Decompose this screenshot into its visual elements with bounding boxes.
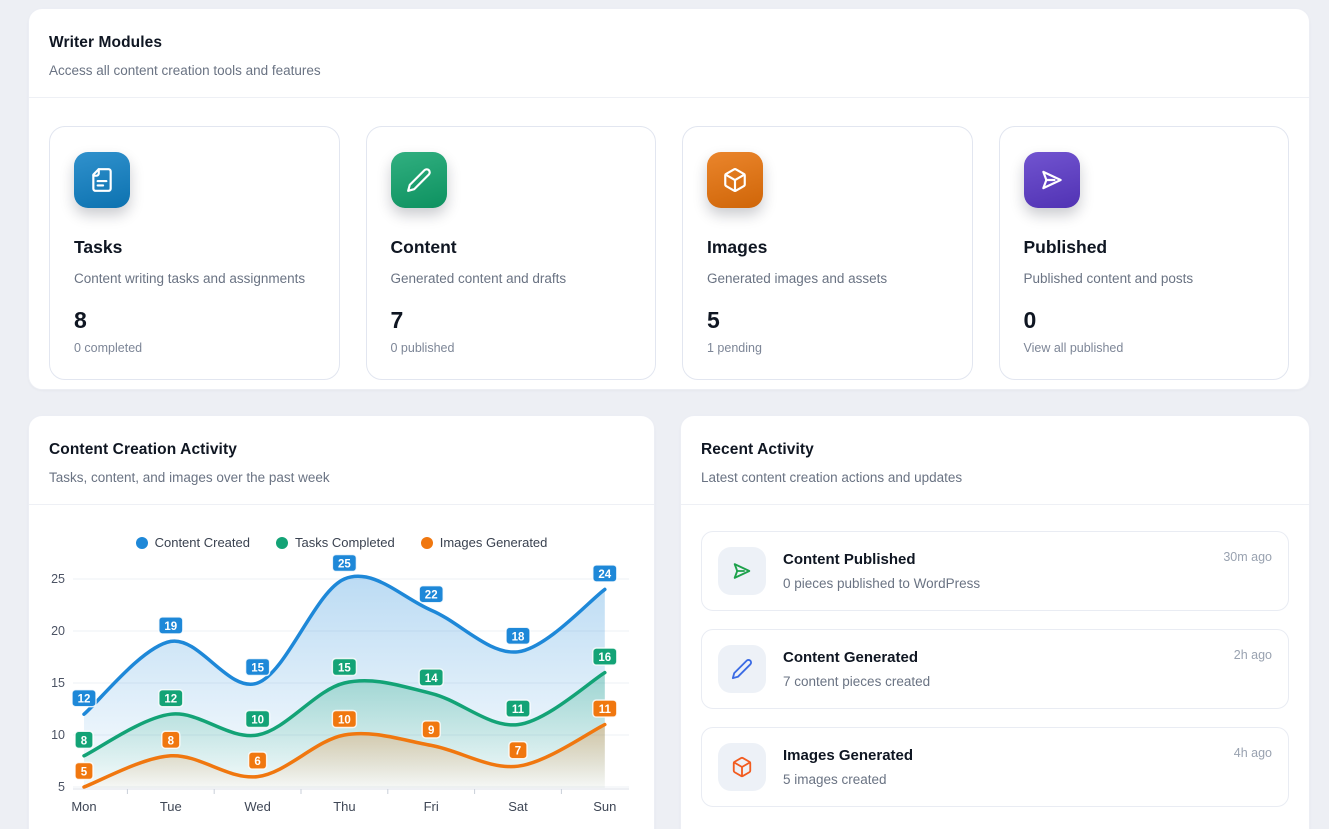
activity-line-chart[interactable]: 25 20 15 10 5 Mon Tue Wed Thu Fri Sat Sun 12 19 15 25 22… [35,552,650,826]
module-description: Published content and posts [1024,271,1265,286]
legend-item[interactable]: Tasks Completed [276,535,395,550]
module-substat: 0 completed [74,341,315,355]
svg-text:Tue: Tue [160,799,182,814]
chart-body: Content Created Tasks Completed Images Gen… [29,505,654,829]
writer-modules-subtitle: Access all content creation tools and fe… [49,63,1289,78]
module-card-content[interactable]: Content Generated content and drafts 7 0… [366,126,657,380]
cube-icon [707,152,763,208]
legend-item[interactable]: Images Generated [421,535,548,550]
svg-text:12: 12 [78,694,91,706]
svg-text:5: 5 [58,780,65,794]
svg-text:25: 25 [338,559,351,571]
svg-text:9: 9 [428,725,434,737]
activity-item-content-generated[interactable]: Content Generated 7 content pieces creat… [701,629,1289,709]
module-cards-row: Tasks Content writing tasks and assignme… [29,98,1309,390]
svg-text:14: 14 [425,673,438,685]
svg-text:8: 8 [81,735,88,747]
svg-text:Wed: Wed [244,799,271,814]
pencil-icon [391,152,447,208]
svg-text:Mon: Mon [71,799,96,814]
activity-item-timestamp: 4h ago [1234,746,1272,760]
module-count: 7 [391,307,632,334]
svg-text:16: 16 [598,652,611,664]
svg-text:11: 11 [512,704,525,716]
recent-activity-header: Recent Activity Latest content creation … [681,416,1309,505]
legend-label: Tasks Completed [295,535,395,550]
recent-activity-title: Recent Activity [701,441,1289,459]
svg-text:25: 25 [51,572,65,586]
svg-text:10: 10 [251,715,264,727]
module-description: Generated content and drafts [391,271,632,286]
activity-item-title: Images Generated [783,747,1217,764]
svg-text:15: 15 [251,663,264,675]
module-card-published[interactable]: Published Published content and posts 0 … [999,126,1290,380]
chart-panel-title: Content Creation Activity [49,441,634,459]
legend-dot [136,537,148,549]
svg-text:22: 22 [425,590,438,602]
legend-item[interactable]: Content Created [136,535,250,550]
activity-item-description: 7 content pieces created [783,674,1217,689]
writer-modules-title: Writer Modules [49,34,1289,52]
content-creation-activity-panel: Content Creation Activity Tasks, content… [28,415,655,829]
chart-legend: Content Created Tasks Completed Images Gen… [35,535,648,550]
activity-item-description: 0 pieces published to WordPress [783,576,1206,591]
svg-text:10: 10 [51,728,65,742]
activity-item-images-generated[interactable]: Images Generated 5 images created 4h ago [701,727,1289,807]
module-title: Published [1024,237,1265,258]
activity-item-description: 5 images created [783,772,1217,787]
svg-text:24: 24 [598,569,611,581]
svg-text:15: 15 [51,676,65,690]
file-text-icon [74,152,130,208]
svg-text:19: 19 [164,621,177,633]
module-substat: 0 published [391,341,632,355]
module-count: 5 [707,307,948,334]
recent-activity-subtitle: Latest content creation actions and upda… [701,470,1289,485]
svg-text:12: 12 [164,694,177,706]
chart-panel-subtitle: Tasks, content, and images over the past… [49,470,634,485]
activity-item-title: Content Published [783,551,1206,568]
module-title: Tasks [74,237,315,258]
module-substat: 1 pending [707,341,948,355]
module-substat: View all published [1024,341,1265,355]
svg-text:10: 10 [338,715,351,727]
module-title: Images [707,237,948,258]
module-count: 0 [1024,307,1265,334]
writer-modules-panel: Writer Modules Access all content creati… [28,8,1310,390]
svg-text:15: 15 [338,663,351,675]
svg-text:20: 20 [51,624,65,638]
activity-item-timestamp: 30m ago [1223,550,1272,564]
chart-panel-header: Content Creation Activity Tasks, content… [29,416,654,505]
svg-text:Sat: Sat [508,799,528,814]
legend-label: Content Created [155,535,250,550]
svg-text:Thu: Thu [333,799,355,814]
svg-text:Fri: Fri [424,799,439,814]
recent-activity-panel: Recent Activity Latest content creation … [680,415,1310,829]
activity-item-content-published[interactable]: Content Published 0 pieces published to … [701,531,1289,611]
module-count: 8 [74,307,315,334]
svg-text:18: 18 [512,631,525,643]
module-card-images[interactable]: Images Generated images and assets 5 1 p… [682,126,973,380]
module-description: Content writing tasks and assignments [74,271,315,286]
module-title: Content [391,237,632,258]
send-icon [718,547,766,595]
svg-text:8: 8 [168,735,175,747]
legend-dot [421,537,433,549]
module-description: Generated images and assets [707,271,948,286]
send-icon [1024,152,1080,208]
svg-text:Sun: Sun [593,799,616,814]
svg-text:6: 6 [254,756,260,768]
svg-text:5: 5 [81,767,88,779]
pencil-icon [718,645,766,693]
activity-list: Content Published 0 pieces published to … [681,505,1309,829]
activity-item-title: Content Generated [783,649,1217,666]
svg-text:7: 7 [515,746,521,758]
cube-icon [718,743,766,791]
module-card-tasks[interactable]: Tasks Content writing tasks and assignme… [49,126,340,380]
writer-modules-header: Writer Modules Access all content creati… [29,9,1309,98]
legend-dot [276,537,288,549]
activity-item-timestamp: 2h ago [1234,648,1272,662]
svg-text:11: 11 [599,704,612,716]
legend-label: Images Generated [440,535,548,550]
